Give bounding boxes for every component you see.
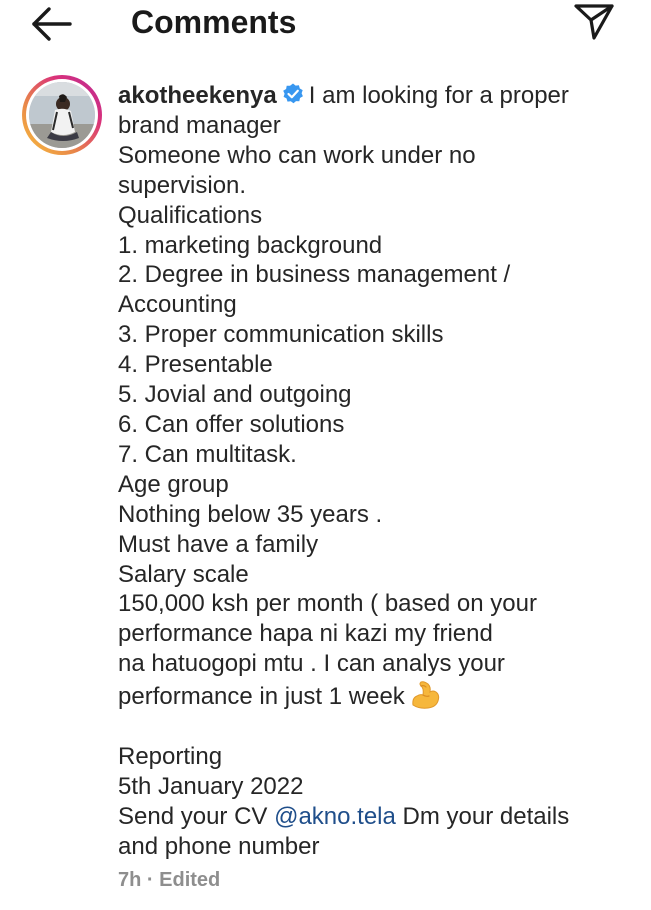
flexed-biceps-emoji: [412, 681, 439, 709]
paper-plane-icon: [574, 4, 614, 40]
comment-text-line: Reporting: [118, 742, 223, 770]
meta-separator: ·: [146, 869, 154, 891]
comment-text-line: na hatuogopi mtu . I can analys your: [118, 650, 505, 678]
comment-emoji-line: performance in just 1 week: [118, 679, 638, 712]
comment-timestamp[interactable]: 7h: [118, 869, 141, 891]
top-bar: Comments: [0, 0, 651, 48]
verified-badge-icon: [282, 83, 303, 104]
profile-avatar[interactable]: [22, 75, 102, 155]
comment-text-line: Send your CV: [118, 802, 268, 830]
comment-text-line: 6. Can offer solutions: [118, 410, 345, 438]
comment-text-line: 7. Can multitask.: [118, 440, 297, 468]
back-button[interactable]: [28, 4, 76, 44]
comment-body: akotheekenya I am looking for a proper b…: [118, 81, 638, 862]
comment-text-line: Must have a family: [118, 530, 319, 558]
comment-text-line: Salary scale: [118, 560, 249, 588]
mention-link[interactable]: @akno.tela: [274, 803, 396, 830]
comment-text-line: 5th January 2022: [118, 772, 304, 800]
comment-username[interactable]: akotheekenya: [118, 82, 277, 109]
share-button[interactable]: [570, 0, 618, 42]
comment-text-line: and phone number: [118, 832, 320, 860]
comment-text-line: Dm your details: [395, 802, 570, 830]
comment-text-line: performance in just 1 week: [118, 683, 405, 711]
page-title: Comments: [131, 4, 297, 40]
avatar-image: [29, 82, 95, 148]
comment-text-line: 1. marketing background: [118, 231, 383, 259]
edited-label: Edited: [159, 869, 221, 891]
avatar-photo: [29, 82, 95, 148]
comment-text-line: I am looking for a proper: [308, 82, 569, 109]
comment-text-line: 3. Proper communication skills: [118, 321, 444, 349]
comment-text-line: performance hapa ni kazi my friend: [118, 620, 493, 648]
comment-text-line: Age group: [118, 470, 229, 498]
comment-text-line: 4. Presentable: [118, 351, 273, 379]
comment-text-line: brand manager: [118, 111, 281, 139]
comment-text-line: Accounting: [118, 291, 237, 319]
comment-text-line: Nothing below 35 years .: [118, 500, 383, 528]
avatar-border: [26, 79, 98, 151]
comment-text-line: 5. Jovial and outgoing: [118, 381, 352, 409]
comment-text-line: Qualifications: [118, 201, 263, 229]
comment-cv-line: Send your CV @akno.tela Dm your details: [118, 802, 638, 832]
arrow-left-icon: [32, 7, 72, 41]
comment-text-line: 2. Degree in business management /: [118, 261, 511, 289]
comment-first-line: akotheekenya I am looking for a proper: [118, 81, 638, 111]
comment-text-line: Someone who can work under no: [118, 141, 476, 169]
comment-meta: 7h · Edited: [118, 866, 220, 894]
comment-text-line: 150,000 ksh per month ( based on your: [118, 590, 537, 618]
comment-text-line: supervision.: [118, 171, 247, 199]
